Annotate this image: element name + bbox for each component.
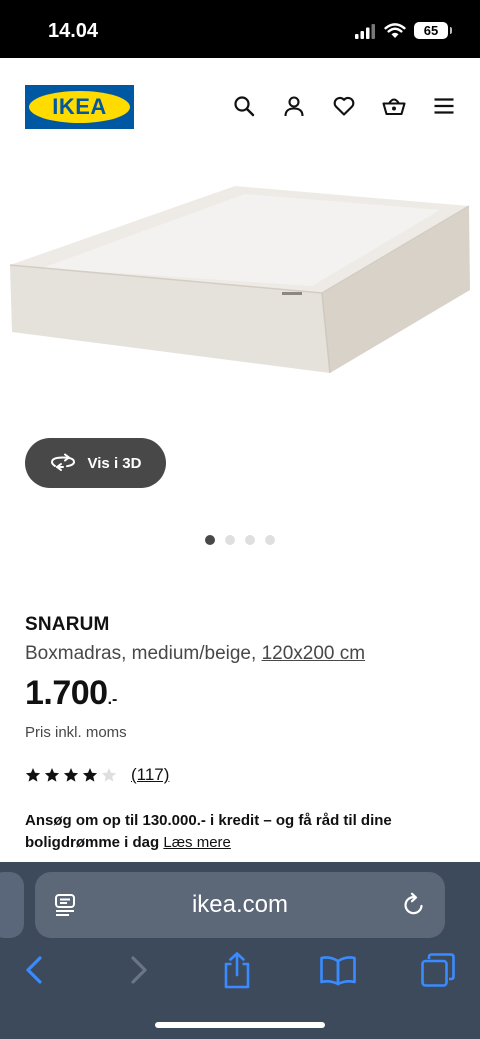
product-size-link[interactable]: 120x200 cm (262, 643, 366, 664)
battery-level: 65 (423, 23, 439, 38)
bookmarks-button[interactable] (318, 950, 358, 990)
back-button[interactable] (15, 950, 55, 990)
logo-text: IKEA (52, 94, 107, 119)
battery-indicator: 65 (414, 22, 452, 39)
price-value: 1.700 (25, 674, 108, 712)
review-count-link[interactable]: (117) (131, 765, 169, 785)
heart-icon[interactable] (332, 94, 356, 118)
star-filled-icon (44, 768, 60, 782)
basket-icon[interactable] (382, 94, 406, 118)
browser-toolbar: ikea.com (0, 862, 480, 1039)
carousel-dot[interactable] (225, 535, 235, 545)
carousel-dot[interactable] (265, 535, 275, 545)
ikea-logo[interactable]: IKEA (25, 85, 134, 129)
credit-offer: Ansøg om op til 130.000.- i kredit – og … (25, 810, 465, 854)
carousel-dot[interactable] (245, 535, 255, 545)
read-more-link[interactable]: Læs mere (163, 834, 231, 851)
account-icon[interactable] (282, 94, 306, 118)
previous-tab-preview[interactable] (0, 872, 24, 938)
product-name: SNARUM (25, 614, 110, 635)
product-rating[interactable]: (117) (25, 765, 169, 785)
star-filled-icon (82, 768, 98, 782)
star-filled-icon (25, 768, 41, 782)
site-header: IKEA (0, 58, 480, 158)
browser-nav-row (0, 950, 480, 990)
tabs-button[interactable] (418, 950, 458, 990)
status-icons: 65 (354, 22, 452, 39)
view-3d-button[interactable]: Vis i 3D (25, 438, 166, 488)
logo-oval: IKEA (29, 91, 130, 123)
forward-button[interactable] (118, 950, 158, 990)
address-bar[interactable]: ikea.com (35, 872, 445, 938)
back-icon (26, 956, 42, 984)
carousel-dot[interactable] (205, 535, 215, 545)
carousel-indicator (205, 535, 275, 545)
star-empty-icon (101, 768, 117, 782)
product-price: 1.700.- (25, 674, 117, 713)
home-indicator[interactable] (155, 1022, 325, 1028)
view-3d-label: Vis i 3D (87, 454, 142, 472)
wifi-icon (384, 22, 406, 38)
tabs-icon (421, 953, 455, 987)
rotate-3d-icon (50, 453, 75, 471)
header-actions (232, 94, 456, 118)
share-icon (224, 952, 250, 989)
signal-icon (355, 23, 375, 39)
status-time: 14.04 (48, 20, 99, 42)
share-button[interactable] (217, 950, 257, 990)
reload-icon[interactable] (401, 892, 427, 918)
star-filled-icon (63, 768, 79, 782)
search-icon[interactable] (232, 94, 256, 118)
rating-stars (25, 767, 117, 783)
price-note: Pris inkl. moms (25, 724, 127, 741)
url-text: ikea.com (191, 891, 289, 918)
forward-icon (131, 956, 147, 984)
bookmarks-icon (320, 956, 356, 986)
status-bar: 14.04 65 (0, 0, 480, 58)
product-image[interactable] (0, 160, 480, 420)
price-suffix: .- (107, 691, 118, 708)
product-description: Boxmadras, medium/beige, 120x200 cm (25, 643, 365, 665)
product-description-text: Boxmadras, medium/beige, (25, 643, 257, 664)
menu-icon[interactable] (432, 94, 456, 118)
